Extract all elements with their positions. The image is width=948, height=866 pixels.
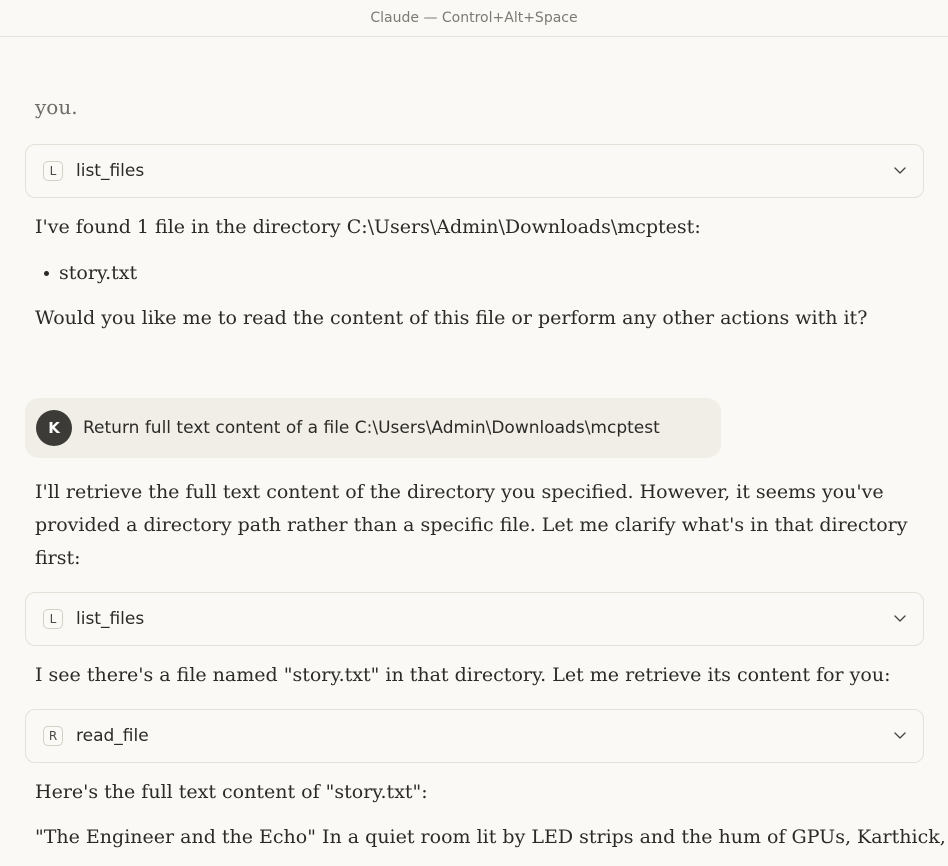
- assistant-message-retrieve-line-1: I'll retrieve the full text content of t…: [35, 481, 884, 503]
- tool-name: list_files: [76, 609, 145, 629]
- chevron-down-icon[interactable]: [893, 164, 907, 178]
- chevron-down-icon[interactable]: [893, 612, 907, 626]
- previous-message-tail: you.: [35, 95, 78, 119]
- avatar: K: [36, 410, 72, 446]
- window-title: Claude — Control+Alt+Space: [370, 10, 578, 26]
- assistant-message-here: Here's the full text content of "story.t…: [35, 781, 428, 803]
- window-titlebar: Claude — Control+Alt+Space: [0, 0, 948, 37]
- user-message-bubble: K Return full text content of a file C:\…: [25, 398, 721, 458]
- chat-transcript[interactable]: you. L list_files I've found 1 file in t…: [0, 38, 948, 866]
- assistant-message-story: "The Engineer and the Echo" In a quiet r…: [35, 826, 946, 848]
- assistant-message-ask: Would you like me to read the content of…: [35, 307, 868, 329]
- assistant-message-retrieve-line-3: first:: [35, 547, 81, 569]
- tool-name: list_files: [76, 161, 145, 181]
- assistant-message-retrieve-line-2: provided a directory path rather than a …: [35, 514, 908, 536]
- list-item: story.txt: [44, 257, 137, 290]
- tool-name: read_file: [76, 726, 149, 746]
- tool-letter-badge: L: [43, 609, 63, 629]
- assistant-message-found: I've found 1 file in the directory C:\Us…: [35, 216, 701, 238]
- user-message-text: Return full text content of a file C:\Us…: [83, 418, 660, 438]
- tool-call-read-file[interactable]: R read_file: [25, 709, 924, 763]
- file-name: story.txt: [59, 262, 138, 284]
- chevron-down-icon[interactable]: [893, 729, 907, 743]
- tool-call-list-files[interactable]: L list_files: [25, 144, 924, 198]
- bullet-dot: [44, 271, 49, 276]
- assistant-message-see: I see there's a file named "story.txt" i…: [35, 664, 891, 686]
- tool-letter-badge: R: [43, 726, 63, 746]
- tool-letter-badge: L: [43, 161, 63, 181]
- tool-call-list-files[interactable]: L list_files: [25, 592, 924, 646]
